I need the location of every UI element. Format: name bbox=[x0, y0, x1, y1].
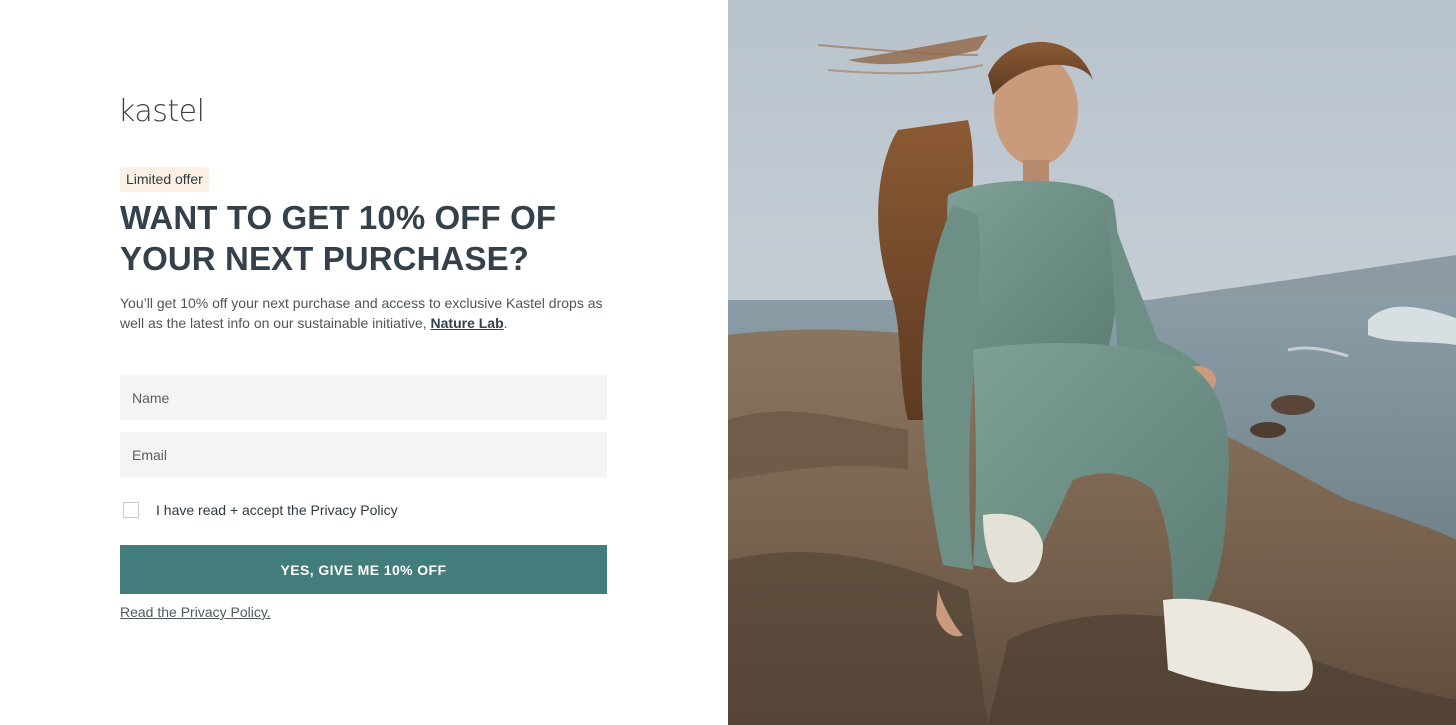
privacy-consent-checkbox[interactable] bbox=[123, 502, 139, 518]
name-input[interactable] bbox=[120, 375, 607, 420]
read-privacy-policy-link[interactable]: Read the Privacy Policy. bbox=[120, 603, 271, 621]
signup-popup: kastel Limited offer WANT TO GET 10% OFF… bbox=[0, 0, 1456, 725]
nature-lab-link[interactable]: Nature Lab bbox=[431, 315, 504, 331]
hero-photo-illustration bbox=[728, 0, 1456, 725]
privacy-consent-label: I have read + accept the Privacy Policy bbox=[156, 502, 398, 518]
signup-panel: kastel Limited offer WANT TO GET 10% OFF… bbox=[0, 0, 728, 725]
offer-headline: WANT TO GET 10% OFF OF YOUR NEXT PURCHAS… bbox=[120, 199, 557, 277]
email-input[interactable] bbox=[120, 432, 607, 477]
hero-photo bbox=[728, 0, 1456, 725]
description-text: You’ll get 10% off your next purchase an… bbox=[120, 295, 603, 331]
offer-description: You’ll get 10% off your next purchase an… bbox=[120, 293, 620, 333]
limited-offer-badge: Limited offer bbox=[120, 167, 209, 192]
description-suffix: . bbox=[503, 315, 508, 331]
get-discount-button[interactable]: YES, GIVE ME 10% OFF bbox=[120, 545, 607, 594]
brand-logo: kastel bbox=[118, 94, 205, 129]
privacy-consent[interactable]: I have read + accept the Privacy Policy bbox=[123, 501, 398, 519]
